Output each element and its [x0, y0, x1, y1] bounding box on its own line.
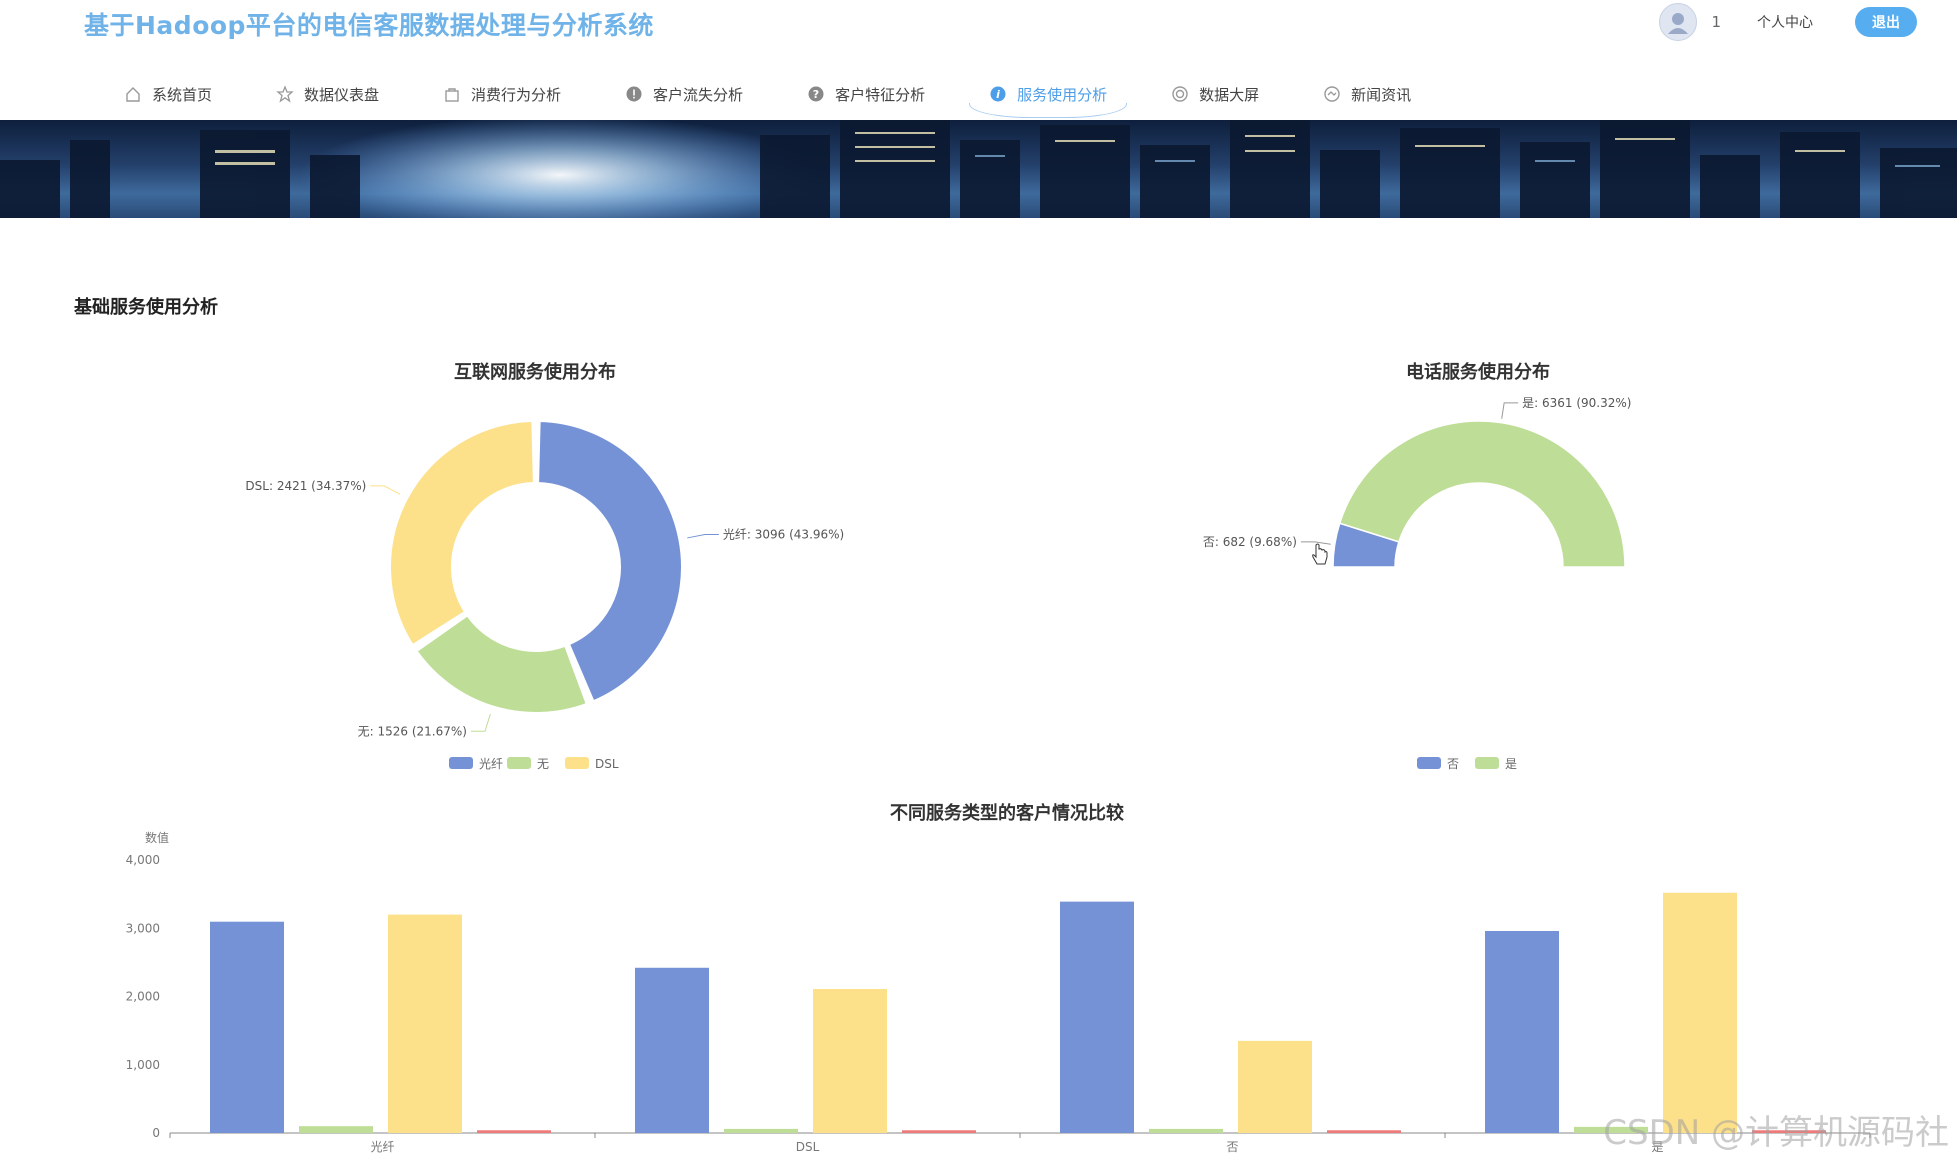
legend-swatch — [1417, 757, 1441, 769]
legend-item-0-2[interactable]: DSL — [565, 757, 619, 771]
legend-label: 否 — [1447, 757, 1459, 771]
nav-item-label: 系统首页 — [152, 85, 213, 104]
nav-item-1[interactable]: 数据仪表盘 — [262, 72, 393, 116]
legend-swatch — [565, 757, 589, 769]
city-banner — [0, 120, 1957, 218]
info-circle-icon: i — [989, 85, 1007, 103]
pie-data-label: 否: 682 (9.68%) — [1203, 535, 1297, 549]
nav-item-label: 数据仪表盘 — [304, 85, 380, 104]
legend-item-0-1[interactable]: 无 — [507, 757, 549, 771]
pie-label-line — [1501, 402, 1519, 419]
help-circle-icon: ? — [807, 85, 825, 103]
pie-data-label: 是: 6361 (90.32%) — [1522, 396, 1631, 410]
avatar[interactable] — [1659, 3, 1698, 41]
svg-text:?: ? — [813, 88, 819, 101]
nav-item-label: 客户流失分析 — [653, 85, 744, 104]
nav-item-5[interactable]: i 服务使用分析 — [969, 72, 1128, 118]
home-icon — [124, 85, 142, 103]
personal-center-link[interactable]: 个人中心 — [1757, 12, 1813, 32]
nav-item-label: 消费行为分析 — [471, 85, 562, 104]
y-tick-label: 3,000 — [126, 921, 160, 935]
y-tick-label: 1,000 — [126, 1058, 160, 1072]
bar-否-series-2[interactable] — [1238, 1040, 1312, 1133]
x-tick-label: 否 — [1226, 1140, 1238, 1154]
legend-swatch — [1475, 757, 1499, 769]
pie-data-label: DSL: 2421 (34.37%) — [245, 479, 366, 493]
nav-item-label: 服务使用分析 — [1017, 85, 1108, 104]
nav-item-label: 客户特征分析 — [835, 85, 926, 104]
news-icon — [1323, 85, 1341, 103]
bar-DSL-series-1[interactable] — [724, 1128, 798, 1133]
bar-光纤-series-3[interactable] — [477, 1130, 551, 1133]
logout-button[interactable]: 退出 — [1855, 7, 1917, 37]
y-axis-title: 数值 — [145, 830, 169, 845]
nav-item-3[interactable]: 客户流失分析 — [611, 72, 757, 116]
bag-icon — [443, 85, 461, 103]
app-title: 基于Hadoop平台的电信客服数据处理与分析系统 — [84, 11, 654, 40]
legend-label: 是 — [1505, 757, 1517, 771]
y-tick-label: 2,000 — [126, 990, 160, 1004]
y-tick-label: 0 — [152, 1126, 160, 1140]
header: 基于Hadoop平台的电信客服数据处理与分析系统 1 个人中心 退出 系统首页 数… — [0, 0, 1957, 120]
bar-光纤-series-2[interactable] — [388, 914, 462, 1133]
legend-label: 光纤 — [479, 757, 503, 771]
x-tick-label: DSL — [796, 1140, 820, 1154]
city-skyline-image — [0, 120, 1957, 218]
bar-DSL-series-2[interactable] — [813, 988, 887, 1133]
phone-chart-title: 电话服务使用分布 — [1406, 362, 1550, 383]
nav-item-4[interactable]: ? 客户特征分析 — [793, 72, 939, 116]
y-tick-label: 4,000 — [126, 853, 160, 867]
pie-label-line — [687, 534, 719, 539]
nav-item-2[interactable]: 消费行为分析 — [429, 72, 575, 116]
x-tick-label: 光纤 — [370, 1140, 394, 1154]
nav-item-6[interactable]: 数据大屏 — [1157, 72, 1273, 116]
pie-data-label: 光纤: 3096 (43.96%) — [723, 528, 844, 542]
bar-是-series-0[interactable] — [1485, 930, 1559, 1133]
pie-data-label: 无: 1526 (21.67%) — [358, 724, 467, 738]
legend-swatch — [449, 757, 473, 769]
main-nav: 系统首页 数据仪表盘 消费行为分析 客户流失分析? 客户特征分析 i 服务使用分析 数据大屏 新… — [110, 72, 1461, 120]
legend-swatch — [507, 757, 531, 769]
nav-item-0[interactable]: 系统首页 — [110, 72, 226, 116]
legend-label: 无 — [537, 757, 549, 771]
user-avatar-icon — [1668, 13, 1689, 34]
bar-光纤-series-0[interactable] — [210, 921, 284, 1133]
pie-label-line — [1300, 541, 1331, 545]
nav-item-label: 数据大屏 — [1199, 85, 1260, 104]
user-area: 1 个人中心 退出 — [1659, 3, 1917, 41]
csdn-watermark: CSDN @计算机源码社 — [1603, 1113, 1949, 1153]
phone-service-pie-chart: 否: 682 (9.68%) 是: 6361 (90.32%) 否 是 — [1203, 396, 1632, 771]
monitor-icon — [1171, 85, 1189, 103]
legend-item-1-0[interactable]: 否 — [1417, 757, 1459, 771]
pie-label-line — [470, 713, 491, 732]
alert-circle-icon — [625, 85, 643, 103]
star-icon — [276, 85, 294, 103]
svg-text:i: i — [996, 88, 1000, 101]
legend-label: DSL — [595, 757, 619, 771]
internet-chart-title: 互联网服务使用分布 — [454, 362, 616, 383]
legend-item-0-0[interactable]: 光纤 — [449, 757, 503, 771]
legend-item-1-1[interactable]: 是 — [1475, 757, 1517, 771]
bar-DSL-series-0[interactable] — [635, 967, 709, 1133]
hand-cursor-icon — [1312, 543, 1328, 565]
pie-slice-无[interactable] — [415, 614, 588, 714]
pie-label-line — [370, 485, 401, 495]
bar-否-series-0[interactable] — [1060, 901, 1134, 1133]
pie-slice-DSL[interactable] — [389, 420, 535, 647]
internet-service-pie-chart: 光纤: 3096 (43.96%) 无: 1526 (21.67%) DSL: 24… — [245, 420, 844, 771]
bar-是-series-2[interactable] — [1663, 892, 1737, 1133]
bar-否-series-3[interactable] — [1327, 1130, 1401, 1133]
user-name: 1 — [1711, 13, 1721, 31]
nav-item-label: 新闻资讯 — [1351, 85, 1412, 104]
bar-光纤-series-1[interactable] — [299, 1126, 373, 1133]
bar-DSL-series-3[interactable] — [902, 1130, 976, 1133]
bar-否-series-1[interactable] — [1149, 1128, 1223, 1133]
comparison-chart-title: 不同服务类型的客户情况比较 — [890, 803, 1124, 824]
nav-item-7[interactable]: 新闻资讯 — [1309, 72, 1425, 116]
section-title: 基础服务使用分析 — [74, 297, 218, 318]
